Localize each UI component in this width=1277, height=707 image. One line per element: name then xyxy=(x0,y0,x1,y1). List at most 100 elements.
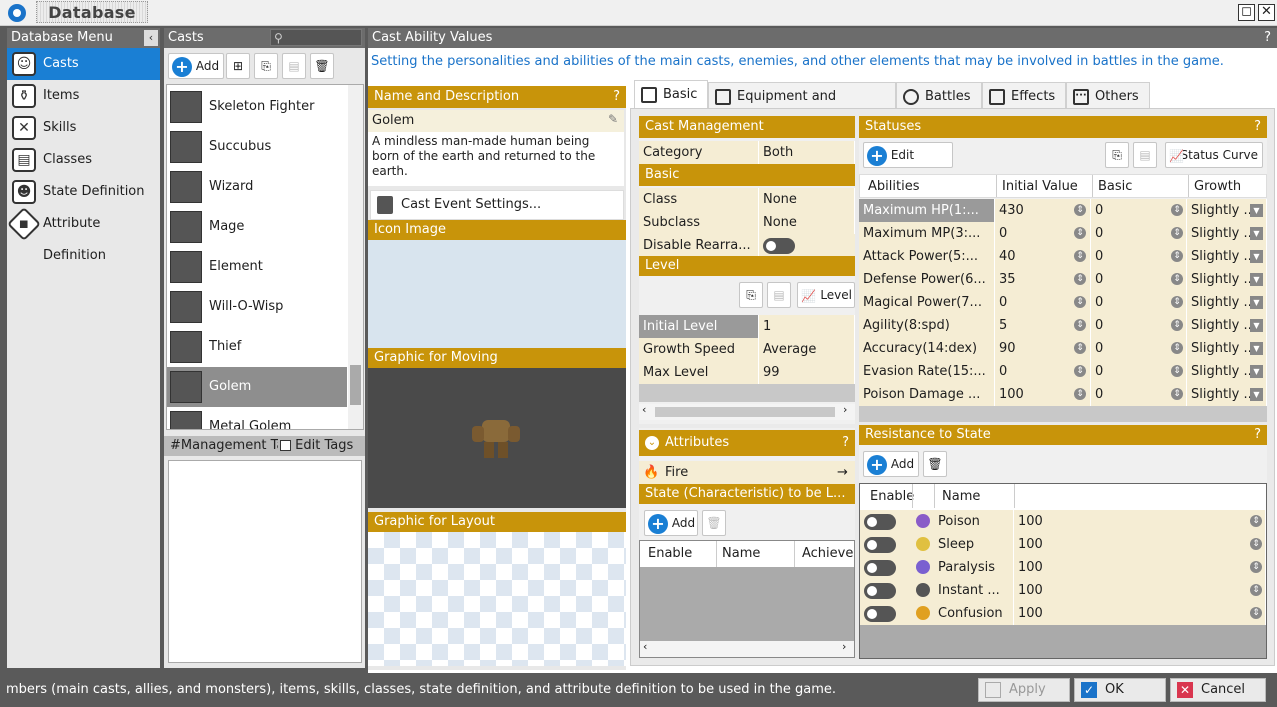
attributes-header[interactable]: ⌄ Attributes? xyxy=(639,430,855,456)
cast-name-field[interactable]: Golem xyxy=(368,110,624,132)
edit-status-button[interactable]: + Edit Status xyxy=(863,142,953,186)
resistance-value-input[interactable]: 100 xyxy=(1014,579,1266,602)
resistance-value-input[interactable]: 100 xyxy=(1014,510,1266,533)
casts-scrollbar[interactable] xyxy=(348,85,363,429)
delete-button[interactable]: 🗑 xyxy=(310,53,334,79)
resistance-delete-button[interactable]: 🗑 xyxy=(923,451,947,477)
list-item[interactable]: Mage xyxy=(167,207,347,247)
list-item[interactable]: Thief xyxy=(167,327,347,367)
enable-toggle[interactable] xyxy=(864,606,896,622)
menu-item-skills[interactable]: ✕ Skills xyxy=(7,112,160,144)
stepper-icon[interactable]: ⇕ xyxy=(1250,584,1262,596)
stepper-icon[interactable]: ⇕ xyxy=(1171,273,1183,285)
stepper-icon[interactable]: ⇕ xyxy=(1171,342,1183,354)
resistance-add-button[interactable]: + Add xyxy=(863,451,919,477)
add-cast-button[interactable]: + Add xyxy=(168,53,224,79)
list-item[interactable]: Succubus xyxy=(167,127,347,167)
dropdown-arrow-icon[interactable]: ▼ xyxy=(1250,250,1263,263)
graphic-layout-area[interactable] xyxy=(368,532,626,666)
arrow-right-icon[interactable]: → xyxy=(837,461,848,484)
level-paste-button[interactable]: ▤ xyxy=(767,282,791,308)
help-icon[interactable]: ? xyxy=(842,430,849,456)
growth-speed-select[interactable]: Average xyxy=(759,338,855,361)
stepper-icon[interactable]: ⇕ xyxy=(1074,365,1086,377)
scroll-thumb[interactable] xyxy=(350,365,361,405)
list-item[interactable]: Wizard xyxy=(167,167,347,207)
subclass-select[interactable]: None xyxy=(759,211,855,234)
enable-toggle[interactable] xyxy=(864,560,896,576)
horizontal-scrollbar[interactable]: ‹ › xyxy=(639,403,855,420)
state-char-add-button[interactable]: + Add xyxy=(644,510,698,536)
checkbox[interactable] xyxy=(280,440,291,451)
list-item-selected[interactable]: Golem xyxy=(167,367,347,407)
menu-item-items[interactable]: ⚱ Items xyxy=(7,80,160,112)
help-icon[interactable]: ? xyxy=(1254,425,1261,445)
restore-button[interactable]: ◻ xyxy=(1238,4,1255,21)
table-row[interactable]: Magical Power(7... 0 ⇕ 0 ⇕ Slightly ... ▼ xyxy=(859,291,1267,314)
chevron-down-icon[interactable]: ⌄ xyxy=(645,436,659,450)
menu-item-casts[interactable]: ☺ Casts xyxy=(7,48,160,80)
status-copy-button[interactable]: ⎘ xyxy=(1105,142,1129,168)
initial-level-input[interactable]: 1 xyxy=(759,315,855,338)
stepper-icon[interactable]: ⇕ xyxy=(1171,296,1183,308)
table-row[interactable]: Accuracy(14:dex) 90 ⇕ 0 ⇕ Slightly ... ▼ xyxy=(859,337,1267,360)
dropdown-arrow-icon[interactable]: ▼ xyxy=(1250,388,1263,401)
dropdown-arrow-icon[interactable]: ▼ xyxy=(1250,204,1263,217)
paste-button[interactable]: ▤ xyxy=(282,53,306,79)
scroll-right-icon[interactable]: › xyxy=(843,403,847,416)
table-row[interactable]: Paralysis 100 ⇕ xyxy=(860,556,1266,579)
stepper-icon[interactable]: ⇕ xyxy=(1171,227,1183,239)
resistance-value-input[interactable]: 100 xyxy=(1014,556,1266,579)
add-folder-button[interactable]: ⊞ xyxy=(226,53,250,79)
stepper-icon[interactable]: ⇕ xyxy=(1171,204,1183,216)
stepper-icon[interactable]: ⇕ xyxy=(1074,319,1086,331)
tab-others[interactable]: ··· Others xyxy=(1066,82,1150,110)
copy-button[interactable]: ⎘ xyxy=(254,53,278,79)
menu-item-attribute-definition[interactable]: ◆ Attribute Definition xyxy=(7,207,160,263)
list-item[interactable]: Will-O-Wisp xyxy=(167,287,347,327)
scroll-right-icon[interactable]: › xyxy=(842,640,846,653)
table-row[interactable]: Poison 100 ⇕ xyxy=(860,510,1266,533)
class-select[interactable]: None xyxy=(759,188,855,211)
ok-button[interactable]: ✓ OK xyxy=(1074,678,1166,702)
table-row[interactable]: Poison Damage ... 100 ⇕ 0 ⇕ Slightly ... ▼ xyxy=(859,383,1267,406)
edit-tags-toggle[interactable]: Edit Tags xyxy=(278,436,354,456)
help-icon[interactable]: ? xyxy=(613,86,620,107)
dropdown-arrow-icon[interactable]: ▼ xyxy=(1250,227,1263,240)
casts-search-input[interactable]: ⚲ xyxy=(270,29,362,46)
stepper-icon[interactable]: ⇕ xyxy=(1250,561,1262,573)
list-item[interactable]: Element xyxy=(167,247,347,287)
status-paste-button[interactable]: ▤ xyxy=(1133,142,1157,168)
icon-image-area[interactable] xyxy=(368,240,626,348)
stepper-icon[interactable]: ⇕ xyxy=(1250,607,1262,619)
graphic-moving-area[interactable] xyxy=(368,368,626,508)
tab-effects[interactable]: Effects xyxy=(982,82,1066,110)
tab-battles[interactable]: Battles xyxy=(896,82,982,110)
menu-item-state-definition[interactable]: ☻ State Definition xyxy=(7,176,160,208)
help-icon[interactable]: ? xyxy=(1254,116,1261,138)
stepper-icon[interactable]: ⇕ xyxy=(1250,538,1262,550)
pencil-icon[interactable]: ✎ xyxy=(608,112,618,126)
management-tags-area[interactable] xyxy=(168,460,362,663)
cancel-button[interactable]: ✕ Cancel xyxy=(1170,678,1266,702)
dropdown-arrow-icon[interactable]: ▼ xyxy=(1250,342,1263,355)
stepper-icon[interactable]: ⇕ xyxy=(1074,388,1086,400)
stepper-icon[interactable]: ⇕ xyxy=(1074,342,1086,354)
table-row[interactable]: Sleep 100 ⇕ xyxy=(860,533,1266,556)
dropdown-arrow-icon[interactable]: ▼ xyxy=(1250,365,1263,378)
table-row[interactable]: Maximum MP(3:... 0 ⇕ 0 ⇕ Slightly ... ▼ xyxy=(859,222,1267,245)
dropdown-arrow-icon[interactable]: ▼ xyxy=(1250,273,1263,286)
stepper-icon[interactable]: ⇕ xyxy=(1074,250,1086,262)
apply-button[interactable]: Apply xyxy=(978,678,1070,702)
disable-rearrange-toggle[interactable] xyxy=(763,238,795,254)
table-row[interactable]: Confusion 100 ⇕ xyxy=(860,602,1266,625)
tab-equipment-and-abilities[interactable]: Equipment and Abilities xyxy=(708,82,896,132)
stepper-icon[interactable]: ⇕ xyxy=(1074,227,1086,239)
cast-event-settings-button[interactable]: Cast Event Settings... xyxy=(370,190,624,220)
table-row[interactable]: Instant ... 100 ⇕ xyxy=(860,579,1266,602)
resistance-value-input[interactable]: 100 xyxy=(1014,602,1266,625)
enable-toggle[interactable] xyxy=(864,514,896,530)
collapse-icon[interactable]: ‹ xyxy=(144,30,158,46)
scroll-left-icon[interactable]: ‹ xyxy=(642,403,646,416)
scroll-thumb[interactable] xyxy=(655,407,835,417)
